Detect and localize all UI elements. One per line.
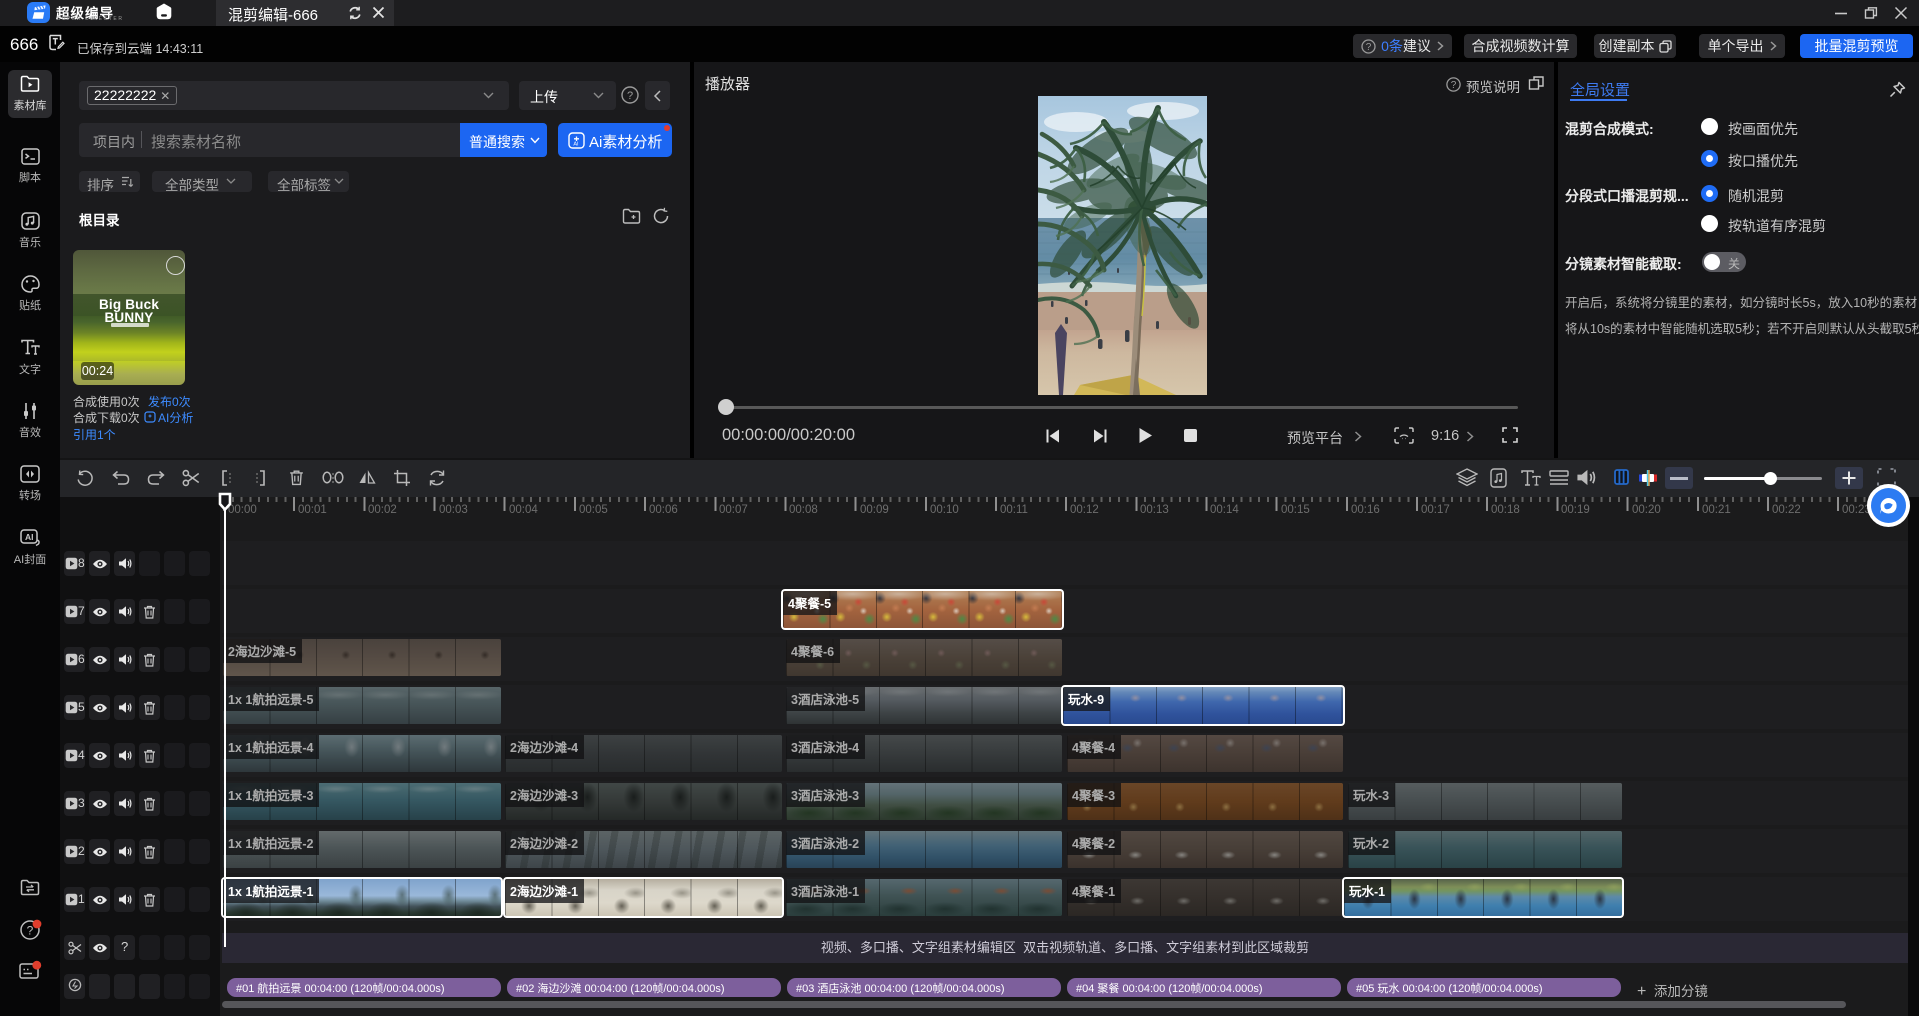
svg-text:AI: AI (573, 142, 579, 148)
svg-text:?: ? (627, 90, 633, 102)
svg-text:?: ? (1451, 80, 1457, 91)
svg-text:?: ? (27, 924, 34, 938)
svg-text:?: ? (1366, 42, 1372, 53)
svg-text:AI: AI (25, 532, 34, 542)
